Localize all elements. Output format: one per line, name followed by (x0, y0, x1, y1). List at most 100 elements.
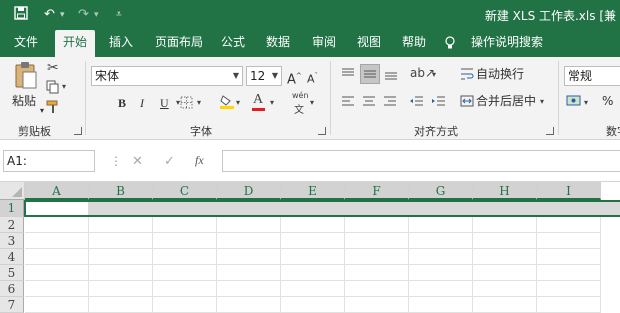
cell-h3[interactable] (473, 233, 537, 249)
cell-i2[interactable] (537, 217, 601, 233)
cell-h2[interactable] (473, 217, 537, 233)
worksheet-grid[interactable]: ABCDEFGHI 1234567 (0, 182, 620, 313)
alignment-launcher-icon[interactable] (546, 127, 554, 135)
redo-dropdown-icon[interactable]: ▾ (94, 6, 99, 24)
copy-icon[interactable] (46, 80, 59, 97)
cell-a7[interactable] (25, 297, 89, 313)
cell-i4[interactable] (537, 249, 601, 265)
decrease-indent-icon[interactable] (409, 95, 424, 110)
font-size-combo[interactable]: 12 ▼ (246, 66, 282, 86)
cell-c6[interactable] (153, 281, 217, 297)
percent-button[interactable]: % (602, 91, 613, 111)
cut-icon[interactable]: ✂ (47, 60, 59, 76)
accounting-format-icon[interactable] (566, 95, 582, 111)
cell-h7[interactable] (473, 297, 537, 313)
merge-center-button[interactable]: 合并后居中 (476, 91, 536, 111)
cell-f2[interactable] (345, 217, 409, 233)
row-header-6[interactable]: 6 (0, 281, 24, 297)
number-format-combo[interactable]: 常规 (564, 66, 620, 86)
cell-i6[interactable] (537, 281, 601, 297)
font-color-icon[interactable]: A (253, 92, 263, 108)
borders-icon[interactable] (180, 96, 193, 112)
font-launcher-icon[interactable] (318, 127, 326, 135)
cell-i7[interactable] (537, 297, 601, 313)
fill-color-icon[interactable] (220, 94, 234, 113)
copy-dropdown-icon[interactable]: ▾ (62, 82, 66, 91)
lightbulb-icon[interactable] (444, 30, 456, 57)
align-left-icon[interactable] (341, 95, 355, 110)
column-header-i[interactable]: I (537, 182, 601, 200)
paste-icon[interactable] (14, 61, 38, 94)
cell-h6[interactable] (473, 281, 537, 297)
cell-d7[interactable] (217, 297, 281, 313)
tab-page-layout[interactable]: 页面布局 (147, 30, 211, 57)
cell-d2[interactable] (217, 217, 281, 233)
cell-b2[interactable] (89, 217, 153, 233)
cell-a6[interactable] (25, 281, 89, 297)
cell-f3[interactable] (345, 233, 409, 249)
cell-g6[interactable] (409, 281, 473, 297)
cell-a3[interactable] (25, 233, 89, 249)
cell-e3[interactable] (281, 233, 345, 249)
merge-center-icon[interactable] (460, 95, 474, 110)
column-header-g[interactable]: G (409, 182, 473, 200)
cell-c4[interactable] (153, 249, 217, 265)
cell-b3[interactable] (89, 233, 153, 249)
cell-c7[interactable] (153, 297, 217, 313)
align-middle-icon[interactable] (360, 64, 380, 84)
customize-quick-access-icon[interactable]: ⩡ (116, 6, 122, 24)
cell-d4[interactable] (217, 249, 281, 265)
column-header-a[interactable]: A (25, 182, 89, 200)
cell-g3[interactable] (409, 233, 473, 249)
column-header-h[interactable]: H (473, 182, 537, 200)
more-options-icon[interactable]: ⋮ (110, 154, 122, 168)
tab-file[interactable]: 文件 (6, 30, 46, 57)
cell-g2[interactable] (409, 217, 473, 233)
cell-c2[interactable] (153, 217, 217, 233)
cell-g4[interactable] (409, 249, 473, 265)
cell-c3[interactable] (153, 233, 217, 249)
chevron-down-icon[interactable]: ▾ (270, 98, 274, 107)
tab-help[interactable]: 帮助 (394, 30, 434, 57)
row-header-3[interactable]: 3 (0, 233, 24, 249)
cell-f7[interactable] (345, 297, 409, 313)
undo-dropdown-icon[interactable]: ▾ (60, 6, 65, 24)
cell-e5[interactable] (281, 265, 345, 281)
row-header-1[interactable]: 1 (0, 200, 24, 217)
cell-g5[interactable] (409, 265, 473, 281)
cell-f4[interactable] (345, 249, 409, 265)
column-header-e[interactable]: E (281, 182, 345, 200)
cell-a2[interactable] (25, 217, 89, 233)
column-header-b[interactable]: B (89, 182, 153, 200)
enter-icon[interactable]: ✓ (164, 154, 175, 169)
cell-e6[interactable] (281, 281, 345, 297)
column-header-f[interactable]: F (345, 182, 409, 200)
cell-h4[interactable] (473, 249, 537, 265)
paste-button[interactable]: 粘贴 (12, 91, 36, 111)
underline-button[interactable]: U (160, 93, 169, 113)
align-bottom-icon[interactable] (384, 67, 398, 84)
tab-data[interactable]: 数据 (258, 30, 298, 57)
format-painter-icon[interactable] (46, 100, 60, 117)
active-cell[interactable] (26, 202, 88, 215)
cell-f6[interactable] (345, 281, 409, 297)
chevron-down-icon[interactable]: ▾ (310, 98, 314, 107)
cancel-icon[interactable]: ✕ (132, 154, 143, 169)
cell-h5[interactable] (473, 265, 537, 281)
tab-home[interactable]: 开始 (55, 30, 96, 57)
chevron-down-icon[interactable]: ▾ (432, 70, 436, 79)
row-header-2[interactable]: 2 (0, 217, 24, 233)
increase-indent-icon[interactable] (431, 95, 446, 110)
save-icon[interactable] (14, 6, 28, 24)
row-header-7[interactable]: 7 (0, 297, 24, 313)
tell-me-search[interactable]: 操作说明搜索 (463, 30, 551, 57)
row-header-4[interactable]: 4 (0, 249, 24, 265)
phonetic-guide-icon[interactable]: wén (292, 91, 309, 100)
column-header-c[interactable]: C (153, 182, 217, 200)
cell-b5[interactable] (89, 265, 153, 281)
cell-c5[interactable] (153, 265, 217, 281)
cell-a5[interactable] (25, 265, 89, 281)
bold-button[interactable]: B (118, 93, 126, 113)
cell-a4[interactable] (25, 249, 89, 265)
tab-review[interactable]: 审阅 (304, 30, 344, 57)
